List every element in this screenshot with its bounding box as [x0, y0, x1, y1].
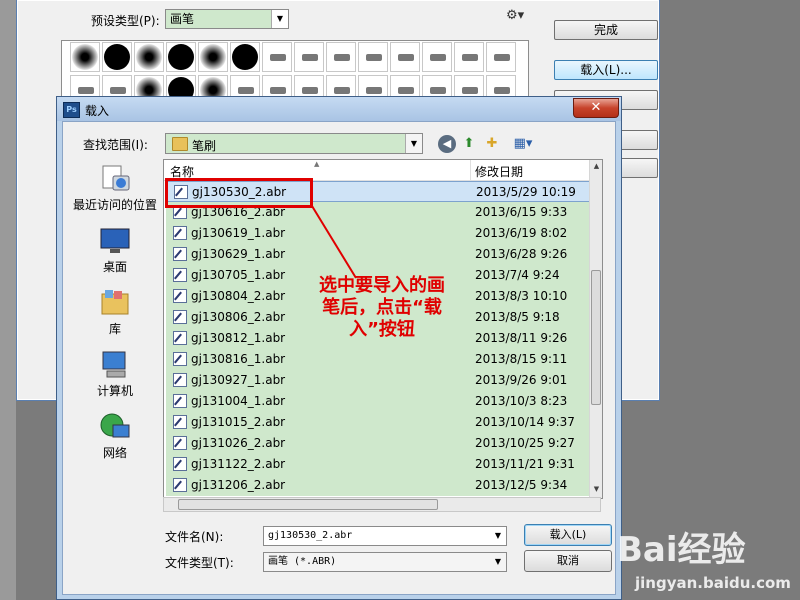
baidu-watermark: Bai经验 jingyan.baidu.com — [617, 516, 800, 600]
watermark-url: jingyan.baidu.com — [635, 574, 791, 592]
annotation-text: 选中要导入的画 笔后，点击“载 入”按钮 — [297, 275, 467, 341]
watermark-logo: Bai经验 — [617, 530, 746, 570]
annotation-line-2: 笔后，点击“载 — [322, 297, 442, 318]
annotation-line-1: 选中要导入的画 — [319, 275, 445, 296]
annotation-line-3: 入”按钮 — [349, 319, 415, 340]
